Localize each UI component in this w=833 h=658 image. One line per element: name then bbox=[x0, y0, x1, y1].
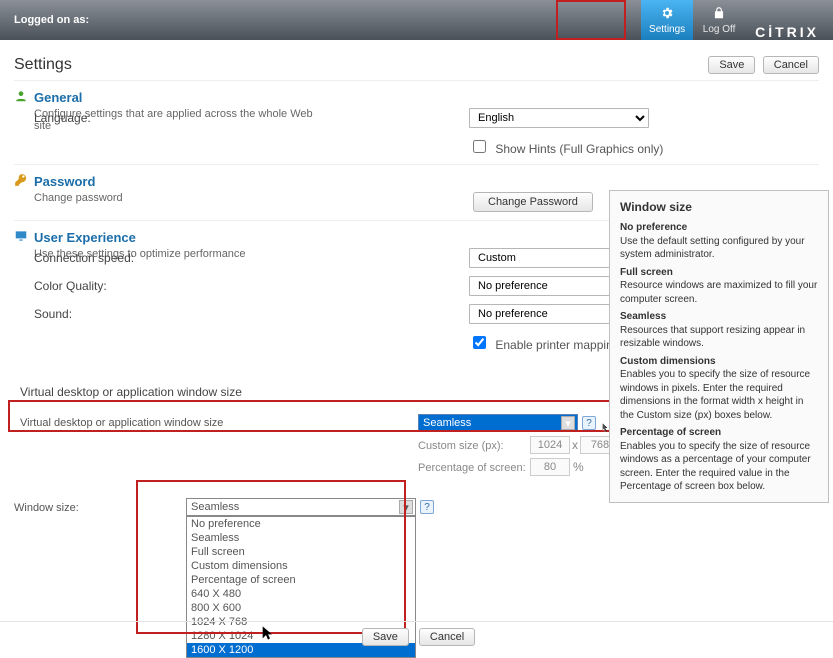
citrix-brand: CİTRIX bbox=[755, 24, 819, 40]
cancel-button-bottom[interactable]: Cancel bbox=[419, 628, 475, 646]
key-icon bbox=[14, 173, 28, 190]
printer-label: Enable printer mapping bbox=[495, 338, 619, 352]
save-button-top[interactable]: Save bbox=[708, 56, 755, 74]
show-hints-label: Show Hints (Full Graphics only) bbox=[495, 142, 663, 156]
tooltip-text: Resources that support resizing appear i… bbox=[620, 325, 805, 350]
help-icon-lower[interactable]: ? bbox=[420, 500, 434, 514]
color-label: Color Quality: bbox=[14, 279, 469, 293]
pct-input[interactable] bbox=[530, 458, 570, 476]
lock-icon bbox=[712, 6, 726, 24]
show-hints-checkbox[interactable] bbox=[473, 140, 486, 153]
vdesktop-group-label: Virtual desktop or application window si… bbox=[14, 385, 469, 399]
virtual-desktop-label: Virtual desktop or application window si… bbox=[20, 417, 223, 429]
tooltip-heading: No preference bbox=[620, 221, 818, 235]
chevron-down-icon: ▾ bbox=[561, 416, 575, 430]
window-size-tooltip: Window size No preferenceUse the default… bbox=[609, 190, 829, 503]
lower-window-size-select[interactable]: Seamless ▾ bbox=[186, 498, 416, 516]
tooltip-heading: Percentage of screen bbox=[620, 426, 818, 440]
sound-label: Sound: bbox=[14, 307, 469, 321]
nav-logoff-label: Log Off bbox=[703, 24, 736, 35]
nav-settings[interactable]: Settings bbox=[641, 0, 693, 40]
dropdown-option[interactable]: No preference bbox=[187, 517, 415, 531]
tooltip-text: Resource windows are maximized to fill y… bbox=[620, 280, 817, 305]
help-icon-window-size[interactable]: ? bbox=[582, 416, 596, 430]
pct-label: Percentage of screen: bbox=[418, 462, 526, 474]
tooltip-heading: Custom dimensions bbox=[620, 355, 818, 369]
chevron-down-icon: ▾ bbox=[399, 500, 413, 514]
dropdown-option[interactable]: 640 X 480 bbox=[187, 587, 415, 601]
dropdown-option[interactable]: Custom dimensions bbox=[187, 559, 415, 573]
page-title: Settings bbox=[14, 56, 72, 74]
cancel-button-top[interactable]: Cancel bbox=[763, 56, 819, 74]
lower-window-size-label: Window size: bbox=[14, 502, 79, 514]
tooltip-text: Enables you to specify the size of resou… bbox=[620, 441, 811, 493]
lower-window-size-value: Seamless bbox=[191, 501, 239, 513]
section-general-title: General bbox=[34, 90, 82, 105]
window-size-select[interactable]: Seamless ▾ bbox=[418, 414, 578, 432]
pct-unit: % bbox=[573, 460, 584, 474]
printer-checkbox[interactable] bbox=[473, 336, 486, 349]
dropdown-option[interactable]: Full screen bbox=[187, 545, 415, 559]
custom-size-label: Custom size (px): bbox=[418, 440, 504, 452]
custom-width-input[interactable] bbox=[530, 436, 570, 454]
tooltip-title: Window size bbox=[620, 199, 818, 215]
conn-speed-label: Connection speed: bbox=[14, 251, 469, 265]
app-header: Logged on as: Settings Log Off CİTRIX bbox=[0, 0, 833, 40]
gear-icon bbox=[660, 6, 674, 24]
tooltip-text: Enables you to specify the size of resou… bbox=[620, 369, 810, 421]
tooltip-heading: Full screen bbox=[620, 266, 818, 280]
person-icon bbox=[14, 89, 28, 106]
change-password-button[interactable]: Change Password bbox=[473, 192, 593, 212]
logged-on-label: Logged on as: bbox=[14, 14, 89, 26]
section-ux-title: User Experience bbox=[34, 230, 136, 245]
language-label: Language: bbox=[14, 111, 469, 125]
tooltip-text: Use the default setting configured by yo… bbox=[620, 236, 805, 261]
dropdown-option[interactable]: Seamless bbox=[187, 531, 415, 545]
language-select[interactable]: English bbox=[469, 108, 649, 128]
tooltip-heading: Seamless bbox=[620, 310, 818, 324]
dropdown-option[interactable]: Percentage of screen bbox=[187, 573, 415, 587]
custom-x: x bbox=[572, 438, 578, 452]
monitor-icon bbox=[14, 229, 28, 246]
section-password-title: Password bbox=[34, 174, 95, 189]
save-button-bottom[interactable]: Save bbox=[362, 628, 409, 646]
footer-buttons: Save Cancel bbox=[0, 621, 833, 646]
window-size-value: Seamless bbox=[423, 417, 471, 429]
dropdown-option[interactable]: 800 X 600 bbox=[187, 601, 415, 615]
nav-logoff[interactable]: Log Off bbox=[693, 0, 745, 40]
nav-settings-label: Settings bbox=[649, 24, 685, 35]
section-general: General Configure settings that are appl… bbox=[14, 80, 819, 164]
